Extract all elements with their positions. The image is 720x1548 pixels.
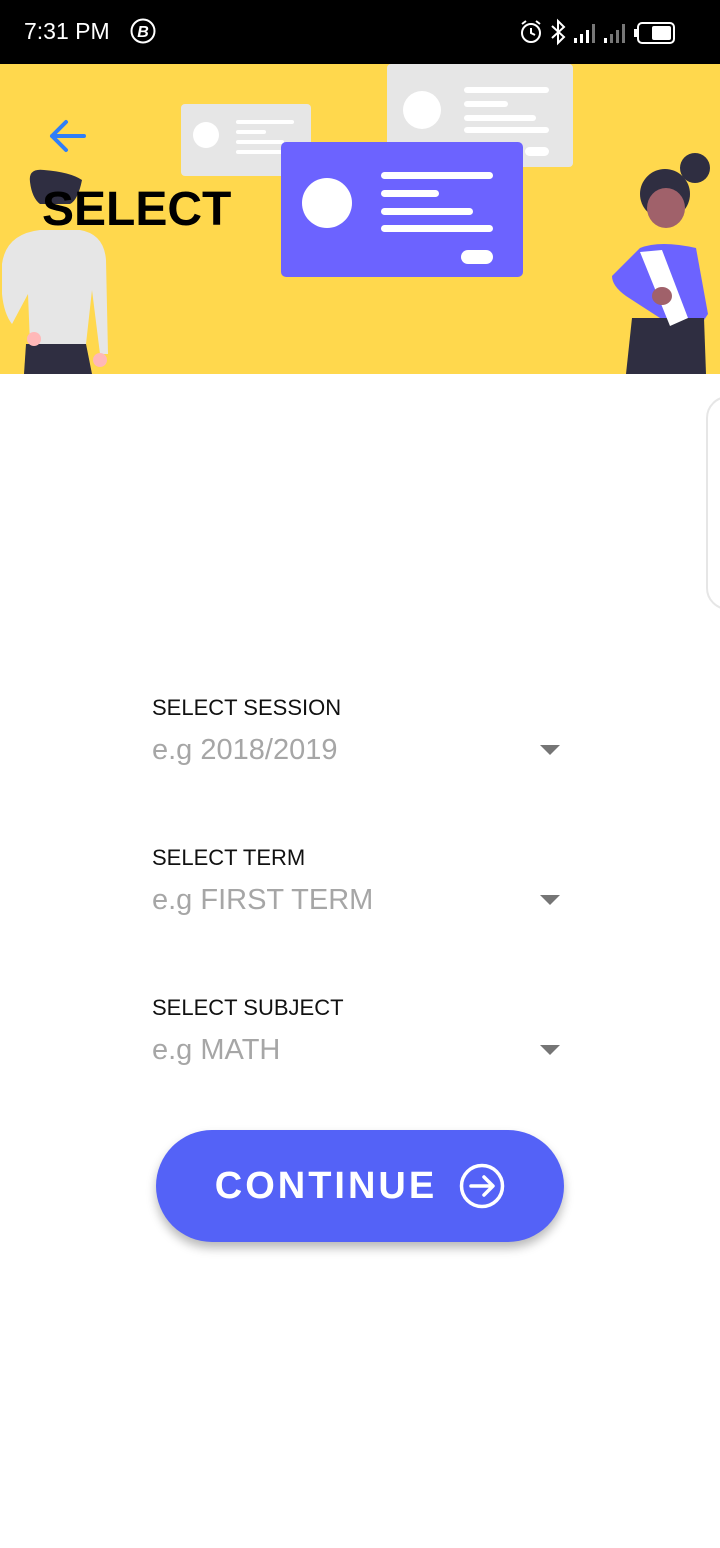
term-placeholder: e.g FIRST TERM: [152, 884, 374, 916]
continue-label: CONTINUE: [214, 1164, 438, 1207]
caret-down-icon: [540, 745, 560, 755]
bluetooth-icon: [551, 18, 566, 46]
subject-placeholder: e.g MATH: [152, 1034, 281, 1066]
b-circle-icon: B: [130, 18, 156, 44]
header-illustration: SELECT: [0, 64, 720, 374]
arrow-right-circle-icon: [459, 1163, 505, 1209]
term-dropdown[interactable]: e.g FIRST TERM: [152, 882, 568, 918]
side-drawer-handle[interactable]: [706, 396, 720, 610]
subject-dropdown[interactable]: e.g MATH: [152, 1032, 568, 1068]
term-label: SELECT TERM: [152, 845, 306, 870]
arrow-left-icon[interactable]: [44, 114, 92, 158]
alarm-icon: [521, 20, 541, 43]
session-placeholder: e.g 2018/2019: [152, 734, 338, 766]
status-time: 7:31 PM: [24, 18, 110, 44]
select-screen: 7:31 PM B SELECT SELECT SESSION e.g 2018…: [0, 0, 720, 1548]
signal-icon: [574, 24, 595, 43]
term-field: SELECT TERM e.g FIRST TERM: [152, 844, 568, 918]
svg-text:B: B: [137, 24, 149, 41]
subject-label: SELECT SUBJECT: [152, 995, 344, 1020]
battery-icon: [634, 22, 675, 44]
status-bar: 7:31 PM B: [0, 0, 720, 64]
caret-down-icon: [540, 895, 560, 905]
session-dropdown[interactable]: e.g 2018/2019: [152, 732, 568, 768]
page-title: SELECT: [42, 183, 232, 236]
continue-button[interactable]: CONTINUE: [156, 1130, 564, 1242]
session-field: SELECT SESSION e.g 2018/2019: [152, 694, 568, 768]
caret-down-icon: [540, 1045, 560, 1055]
signal-icon: [604, 24, 625, 43]
session-label: SELECT SESSION: [152, 695, 342, 720]
subject-field: SELECT SUBJECT e.g MATH: [152, 994, 568, 1068]
status-icons: [521, 18, 675, 46]
